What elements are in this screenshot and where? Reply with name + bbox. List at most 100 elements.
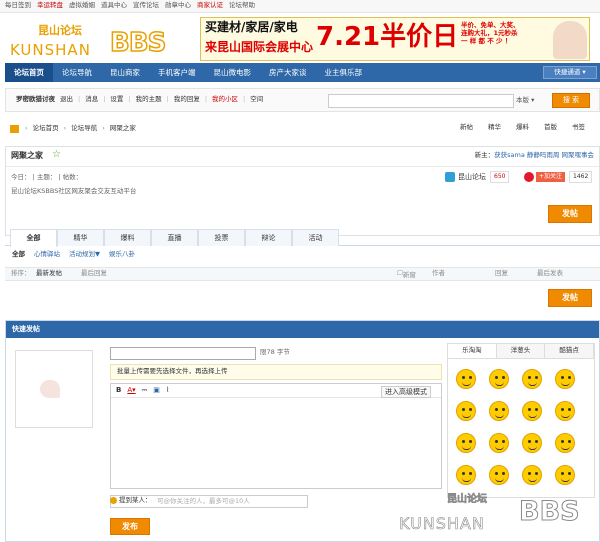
my-replies-link[interactable]: 我的回复	[174, 95, 200, 104]
nav-mobile[interactable]: 手机客户端	[149, 63, 205, 82]
home-icon[interactable]	[10, 125, 19, 133]
smiley-icon[interactable]	[456, 369, 476, 389]
breadcrumb-home[interactable]: 论坛首页	[33, 124, 59, 133]
main-nav: 论坛首页 论坛导航 昆山商家 手机客户端 昆山微电影 房产大家谈 业主俱乐部 快…	[5, 63, 600, 82]
smiley-icon[interactable]	[456, 433, 476, 453]
smiley-icon[interactable]	[489, 401, 509, 421]
smiley-icon[interactable]	[489, 433, 509, 453]
nav-guide[interactable]: 论坛导航	[53, 63, 101, 82]
link-icon[interactable]: ⎓	[142, 386, 148, 394]
logout-link[interactable]: 退出	[60, 95, 73, 104]
subtab-all[interactable]: 全部	[12, 250, 25, 259]
nav-realestate[interactable]: 房产大家谈	[260, 63, 316, 82]
top-link-promote[interactable]: 宣传论坛	[133, 1, 159, 10]
smiley-icon[interactable]	[555, 433, 575, 453]
submit-button[interactable]: 发布	[110, 518, 150, 535]
newest-members-value[interactable]: 获获sama 静静吗雨周 网聚嘿事会	[494, 151, 594, 159]
smile-tab-2[interactable]: 洋葱头	[497, 344, 546, 358]
logo-bbs-text: BBS	[109, 27, 167, 59]
chevron-down-icon: ▾	[582, 67, 586, 76]
forum-title: 网聚之家	[11, 151, 43, 160]
top-link-wheel[interactable]: 幸运转盘	[37, 1, 63, 10]
post-button-top[interactable]: 发帖	[548, 205, 592, 223]
smiley-icon[interactable]	[456, 465, 476, 485]
mention-label: 提到某人：	[119, 496, 152, 504]
my-community-link[interactable]: 我的小区	[212, 95, 238, 104]
breadcrumb-separator: ›	[63, 124, 67, 133]
breadcrumb-current[interactable]: 网聚之家	[110, 124, 136, 133]
smile-tab-1[interactable]: 乐淘淘	[448, 344, 497, 358]
smiley-icon[interactable]	[522, 433, 542, 453]
avatar[interactable]	[15, 350, 93, 428]
top-link-props[interactable]: 道具中心	[101, 1, 127, 10]
link-bookmarks[interactable]: 书签	[572, 123, 585, 132]
weibo-icon	[524, 172, 534, 182]
image-icon[interactable]: ▣	[153, 386, 160, 394]
tab-debate[interactable]: 辩论	[245, 229, 292, 246]
sort-newest[interactable]: 最新发帖	[36, 269, 62, 278]
link-reveal[interactable]: 爆料	[516, 123, 529, 132]
smiley-icon[interactable]	[522, 369, 542, 389]
sort-last-reply[interactable]: 最后回复	[81, 269, 107, 278]
qq-share[interactable]: 昆山论坛 650	[445, 170, 510, 184]
my-threads-link[interactable]: 我的主题	[136, 95, 162, 104]
breadcrumb-guide[interactable]: 论坛导航	[71, 124, 97, 133]
subtab-mood[interactable]: 心情驿站	[34, 250, 60, 259]
tab-poll[interactable]: 投票	[198, 229, 245, 246]
tab-digest[interactable]: 精华	[57, 229, 104, 246]
smile-tab-3[interactable]: 酷猫点	[545, 344, 595, 358]
ad-banner[interactable]: 买建材/家居/家电 来昆山国际会展中心 7.21半价日 半价、免单、大奖、 连购…	[200, 17, 590, 61]
top-link-medals[interactable]: 勋章中心	[165, 1, 191, 10]
attachment-icon[interactable]: ⌇	[166, 386, 169, 394]
tab-reveal[interactable]: 爆料	[104, 229, 151, 246]
post-editor[interactable]: B A▾ ⎓ ▣ ⌇ 进入高级模式	[110, 383, 442, 489]
breadcrumb-separator: ›	[25, 124, 28, 133]
favorite-star-icon[interactable]: ☆	[52, 149, 61, 161]
settings-link[interactable]: 设置	[110, 95, 123, 104]
search-input[interactable]	[328, 94, 514, 108]
subtab-activity-plan[interactable]: 活动规划▼	[69, 250, 100, 259]
smiley-icon[interactable]	[489, 369, 509, 389]
col-author: 作者	[432, 269, 445, 277]
smiley-icon[interactable]	[555, 369, 575, 389]
smiley-icon[interactable]	[489, 465, 509, 485]
new-window-checkbox[interactable]: ☐ 新窗	[397, 269, 416, 279]
logo-cn-text: 昆山论坛	[38, 24, 82, 37]
top-link-checkin[interactable]: 每日签到	[5, 1, 31, 10]
site-logo[interactable]: 昆山论坛 KUNSHAN BBS	[10, 24, 190, 59]
tab-all[interactable]: 全部	[10, 229, 57, 247]
watermark-en: KUNSHAN	[399, 514, 485, 534]
subtab-gossip[interactable]: 娱乐八卦	[109, 250, 135, 259]
nav-home[interactable]: 论坛首页	[5, 63, 53, 82]
link-new-posts[interactable]: 新帖	[460, 123, 473, 132]
weibo-follow[interactable]: +加关注 1462	[524, 170, 593, 184]
search-scope-select[interactable]: 本版 ▾	[516, 94, 550, 108]
top-link-help[interactable]: 论坛帮助	[229, 1, 255, 10]
top-link-merchant[interactable]: 商家认证	[197, 1, 223, 10]
search-button[interactable]: 搜 索	[552, 93, 590, 108]
username[interactable]: 罗密欧猎讨夜	[16, 95, 55, 104]
tab-live[interactable]: 直播	[151, 229, 198, 246]
nav-film[interactable]: 昆山微电影	[205, 63, 261, 82]
link-digest[interactable]: 精华	[488, 123, 501, 132]
quick-access-dropdown[interactable]: 快捷通道 ▾	[543, 66, 597, 79]
smiley-icon[interactable]	[555, 401, 575, 421]
advanced-mode-button[interactable]: 进入高级模式	[381, 386, 431, 399]
post-button-bottom[interactable]: 发帖	[548, 289, 592, 307]
bold-icon[interactable]: B	[116, 386, 121, 394]
subject-input[interactable]	[110, 347, 256, 360]
weibo-follow-button[interactable]: +加关注	[536, 172, 566, 182]
nav-merchants[interactable]: 昆山商家	[101, 63, 149, 82]
smiley-icon[interactable]	[456, 401, 476, 421]
messages-link[interactable]: 消息	[85, 95, 98, 104]
font-color-icon[interactable]: A▾	[127, 386, 135, 394]
top-link-marriage[interactable]: 虚拟婚姻	[69, 1, 95, 10]
tab-activity[interactable]: 活动	[292, 229, 339, 246]
space-link[interactable]: 空间	[250, 95, 263, 104]
smiley-icon[interactable]	[522, 465, 542, 485]
nav-owners[interactable]: 业主俱乐部	[316, 63, 372, 82]
smilies-panel: 乐淘淘 洋葱头 酷猫点	[447, 343, 595, 498]
smiley-icon[interactable]	[522, 401, 542, 421]
link-first-page[interactable]: 首版	[544, 123, 557, 132]
smiley-icon[interactable]	[555, 465, 575, 485]
